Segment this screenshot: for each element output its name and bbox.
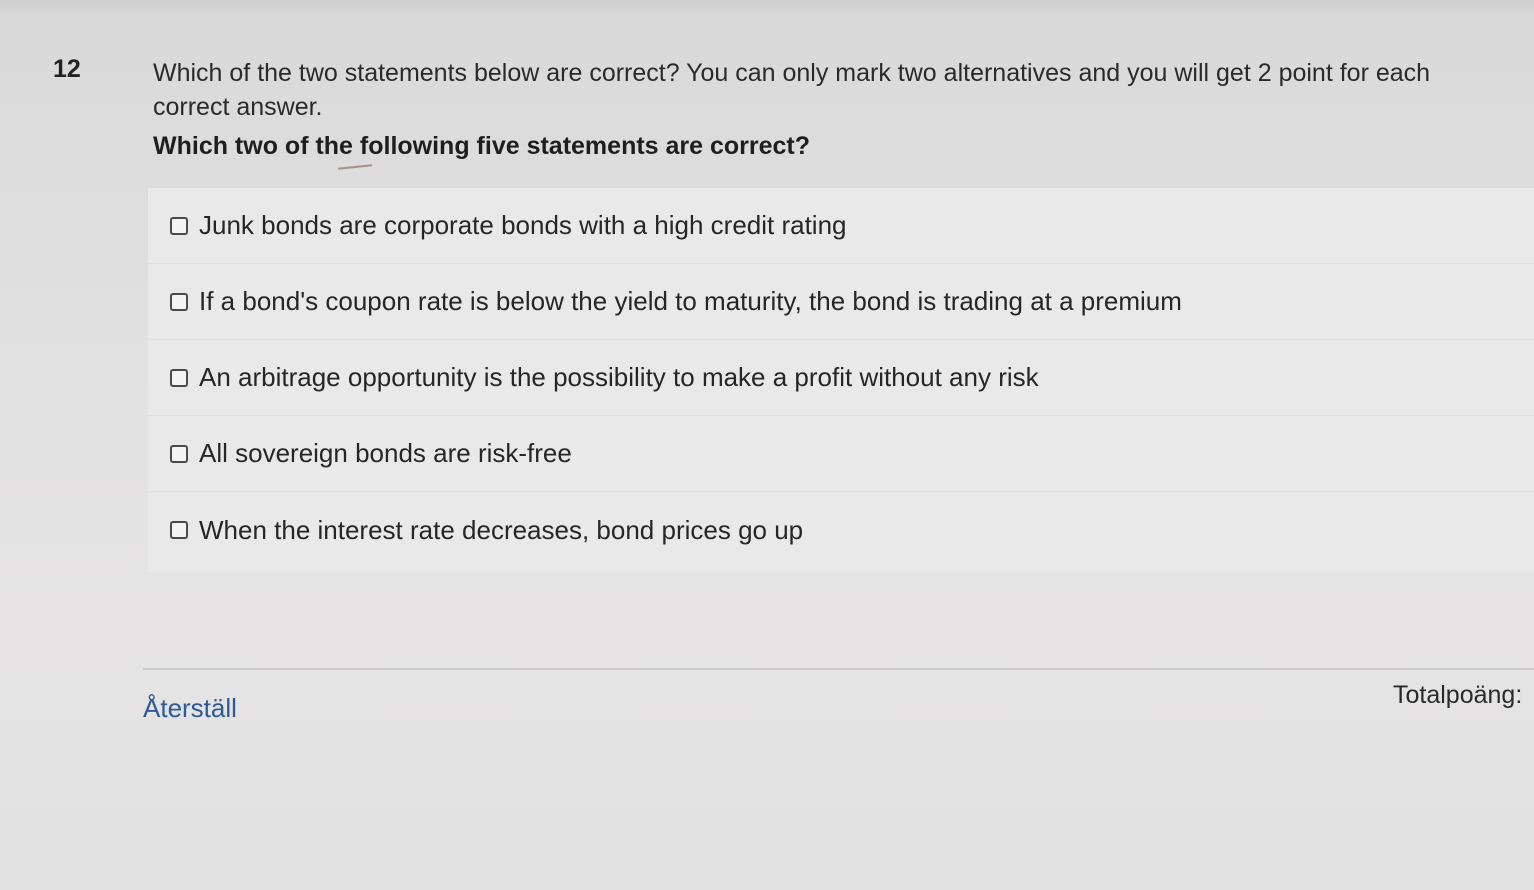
option-checkbox[interactable] [170, 292, 188, 311]
option-label: All sovereign bonds are risk-free [199, 438, 572, 468]
question-number: 12 [53, 55, 81, 83]
option-label: Junk bonds are corporate bonds with a hi… [199, 210, 847, 240]
footer-divider [143, 668, 1534, 670]
question-prompt: Which two of the following five statemen… [153, 132, 811, 160]
top-edge [0, 0, 1534, 14]
option-checkbox[interactable] [170, 521, 188, 539]
option-row[interactable]: An arbitrage opportunity is the possibil… [148, 340, 1534, 416]
answer-options: Junk bonds are corporate bonds with a hi… [148, 188, 1534, 572]
total-score-label: Totalpoäng: [1393, 681, 1523, 709]
reset-link[interactable]: Återställ [143, 693, 237, 724]
option-label: If a bond's coupon rate is below the yie… [199, 286, 1182, 316]
option-checkbox[interactable] [170, 368, 188, 387]
option-label: An arbitrage opportunity is the possibil… [199, 362, 1039, 392]
option-row[interactable]: If a bond's coupon rate is below the yie… [148, 264, 1534, 340]
option-row[interactable]: Junk bonds are corporate bonds with a hi… [148, 188, 1534, 264]
spellcheck-underline [337, 164, 373, 170]
option-label: When the interest rate decreases, bond p… [199, 514, 804, 545]
option-checkbox[interactable] [170, 216, 188, 235]
option-checkbox[interactable] [170, 444, 188, 463]
option-row[interactable]: When the interest rate decreases, bond p… [148, 492, 1534, 568]
question-instructions: Which of the two statements below are co… [153, 59, 1431, 121]
option-row[interactable]: All sovereign bonds are risk-free [148, 416, 1534, 492]
